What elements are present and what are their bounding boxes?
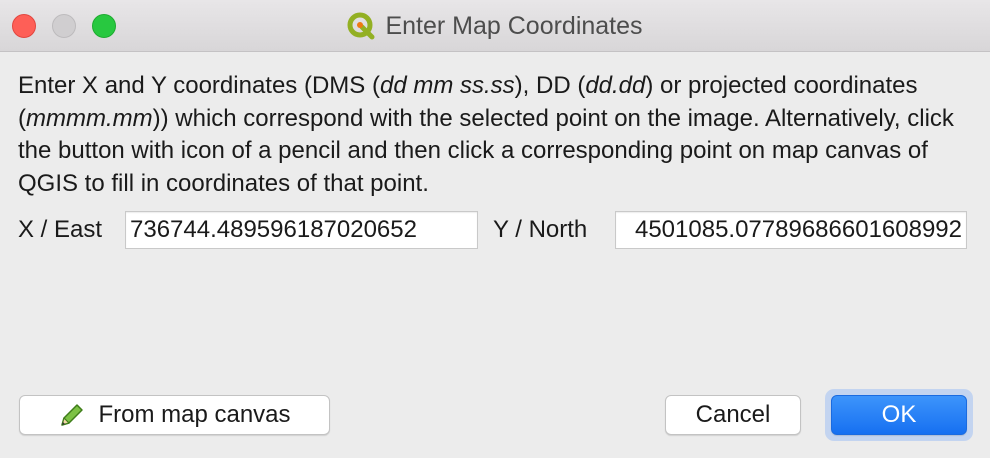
cancel-button[interactable]: Cancel xyxy=(665,395,801,435)
window-title: Enter Map Coordinates xyxy=(385,11,643,40)
title-bar[interactable]: Enter Map Coordinates xyxy=(0,0,990,52)
instructions-text: Enter X and Y coordinates (DMS (dd mm ss… xyxy=(18,72,954,197)
from-map-canvas-label: From map canvas xyxy=(98,401,291,428)
y-north-label: Y / North xyxy=(493,216,588,243)
ok-button[interactable]: OK xyxy=(831,395,967,435)
y-north-input[interactable] xyxy=(615,211,967,249)
x-east-input[interactable] xyxy=(125,211,478,249)
enter-map-coordinates-dialog: Enter Map Coordinates Enter X and Y coor… xyxy=(0,0,990,458)
x-east-label: X / East xyxy=(18,216,103,243)
qgis-icon xyxy=(347,12,375,40)
cancel-label: Cancel xyxy=(695,401,771,428)
from-map-canvas-button[interactable]: From map canvas xyxy=(19,395,330,435)
pencil-icon xyxy=(61,404,84,426)
ok-label: OK xyxy=(881,401,917,428)
title-container: Enter Map Coordinates xyxy=(0,0,990,52)
